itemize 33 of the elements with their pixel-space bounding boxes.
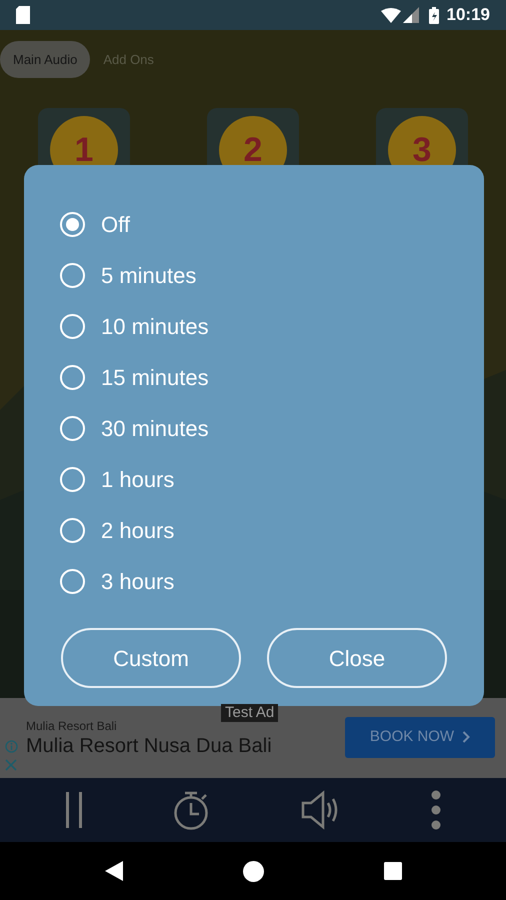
- dialog-button[interactable]: Custom: [61, 628, 241, 688]
- home-icon[interactable]: [242, 860, 264, 882]
- radio-button[interactable]: [60, 263, 85, 288]
- radio-button[interactable]: [60, 416, 85, 441]
- radio-button[interactable]: [60, 212, 85, 237]
- timer-option[interactable]: 1 hours: [60, 454, 448, 505]
- back-icon[interactable]: [104, 861, 122, 881]
- tab[interactable]: Main Audio: [0, 41, 90, 78]
- radio-button[interactable]: [60, 518, 85, 543]
- radio-button[interactable]: [60, 569, 85, 594]
- dialog-button[interactable]: Close: [267, 628, 447, 688]
- radio-button[interactable]: [60, 314, 85, 339]
- timer-option[interactable]: 15 minutes: [60, 352, 448, 403]
- timer-option[interactable]: 2 hours: [60, 505, 448, 556]
- radio-button[interactable]: [60, 467, 85, 492]
- timer-option[interactable]: Off: [60, 199, 448, 250]
- ad-advertiser: Mulia Resort Bali: [26, 719, 118, 733]
- timer-option[interactable]: 3 hours: [60, 556, 448, 607]
- recents-icon[interactable]: [384, 862, 402, 880]
- radio-button[interactable]: [60, 365, 85, 390]
- more-options-icon[interactable]: [431, 790, 441, 830]
- signal-icon: [402, 7, 419, 23]
- sd-card-icon: [16, 6, 30, 24]
- chevron-icon: [462, 731, 470, 743]
- timer-option[interactable]: 10 minutes: [60, 301, 448, 352]
- ad-headline: Mulia Resort Nusa Dua Bali: [26, 734, 273, 759]
- pause-icon[interactable]: [65, 790, 83, 830]
- timer-option[interactable]: 5 minutes: [60, 250, 448, 301]
- book-now-button[interactable]: BOOK NOW: [345, 716, 495, 758]
- timer-option[interactable]: 30 minutes: [60, 403, 448, 454]
- battery-icon: [428, 6, 439, 24]
- clock-time: 10:19: [446, 4, 490, 26]
- ad-label: Test Ad: [221, 704, 278, 722]
